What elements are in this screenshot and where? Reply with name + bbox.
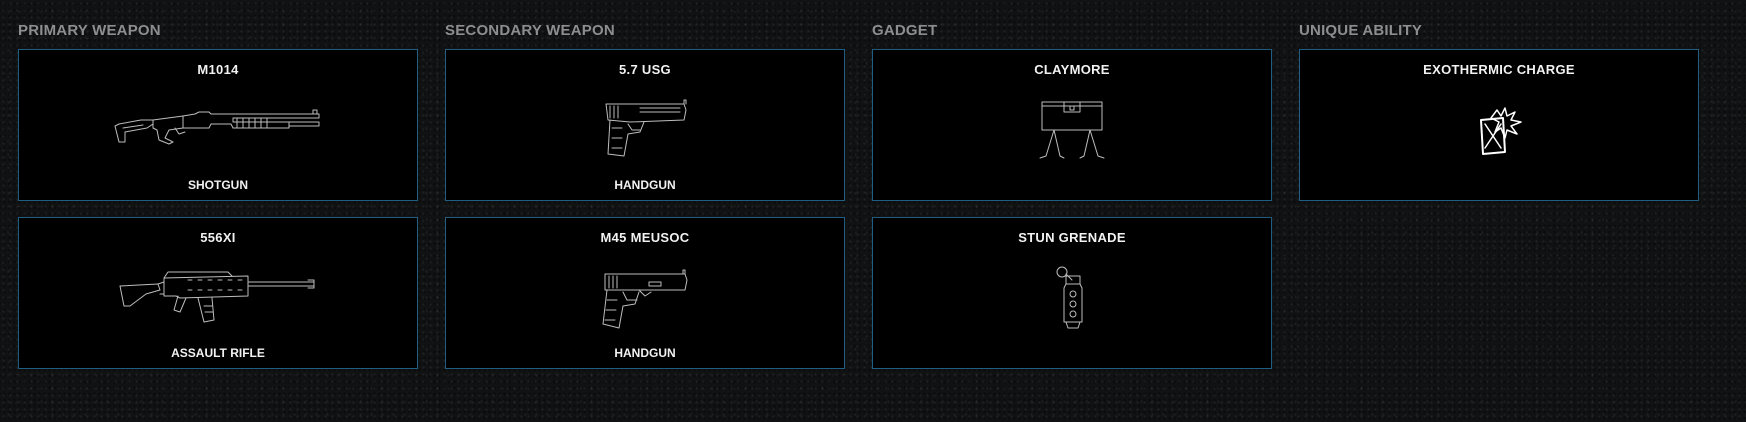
unique-ability-header: UNIQUE ABILITY xyxy=(1299,22,1423,39)
weapon-type: ASSAULT RIFLE xyxy=(171,346,265,360)
weapon-type: HANDGUN xyxy=(614,346,676,360)
assault-rifle-icon xyxy=(118,266,318,326)
weapon-card-556xi[interactable]: 556XI ASSAULT RIFLE xyxy=(18,217,418,369)
secondary-weapon-header: SECONDARY WEAPON xyxy=(445,22,615,39)
gadget-header: GADGET xyxy=(872,22,938,39)
gadget-name: STUN GRENADE xyxy=(1018,230,1126,245)
weapon-card-m45-meusoc[interactable]: M45 MEUSOC HANDGUN xyxy=(445,217,845,369)
pistol-icon xyxy=(599,266,691,332)
weapon-type: HANDGUN xyxy=(614,178,676,192)
weapon-card-m1014[interactable]: M1014 SHOTGUN xyxy=(18,49,418,201)
weapon-card-5-7-usg[interactable]: 5.7 USG HANDGUN xyxy=(445,49,845,201)
weapon-name: M45 MEUSOC xyxy=(600,230,690,245)
stun-grenade-icon xyxy=(1052,264,1092,330)
gadget-card-claymore[interactable]: CLAYMORE xyxy=(872,49,1272,201)
gadget-name: CLAYMORE xyxy=(1034,62,1110,77)
weapon-type: SHOTGUN xyxy=(188,178,248,192)
claymore-icon xyxy=(1036,98,1108,162)
shotgun-icon xyxy=(113,102,323,150)
exothermic-charge-icon xyxy=(1475,106,1523,156)
weapon-name: 556XI xyxy=(200,230,236,245)
ability-name: EXOTHERMIC CHARGE xyxy=(1423,62,1575,77)
ability-card-exothermic-charge[interactable]: EXOTHERMIC CHARGE xyxy=(1299,49,1699,201)
handgun-icon xyxy=(600,98,690,162)
gadget-card-stun-grenade[interactable]: STUN GRENADE xyxy=(872,217,1272,369)
weapon-name: M1014 xyxy=(197,62,239,77)
primary-weapon-header: PRIMARY WEAPON xyxy=(18,22,161,39)
weapon-name: 5.7 USG xyxy=(619,62,671,77)
